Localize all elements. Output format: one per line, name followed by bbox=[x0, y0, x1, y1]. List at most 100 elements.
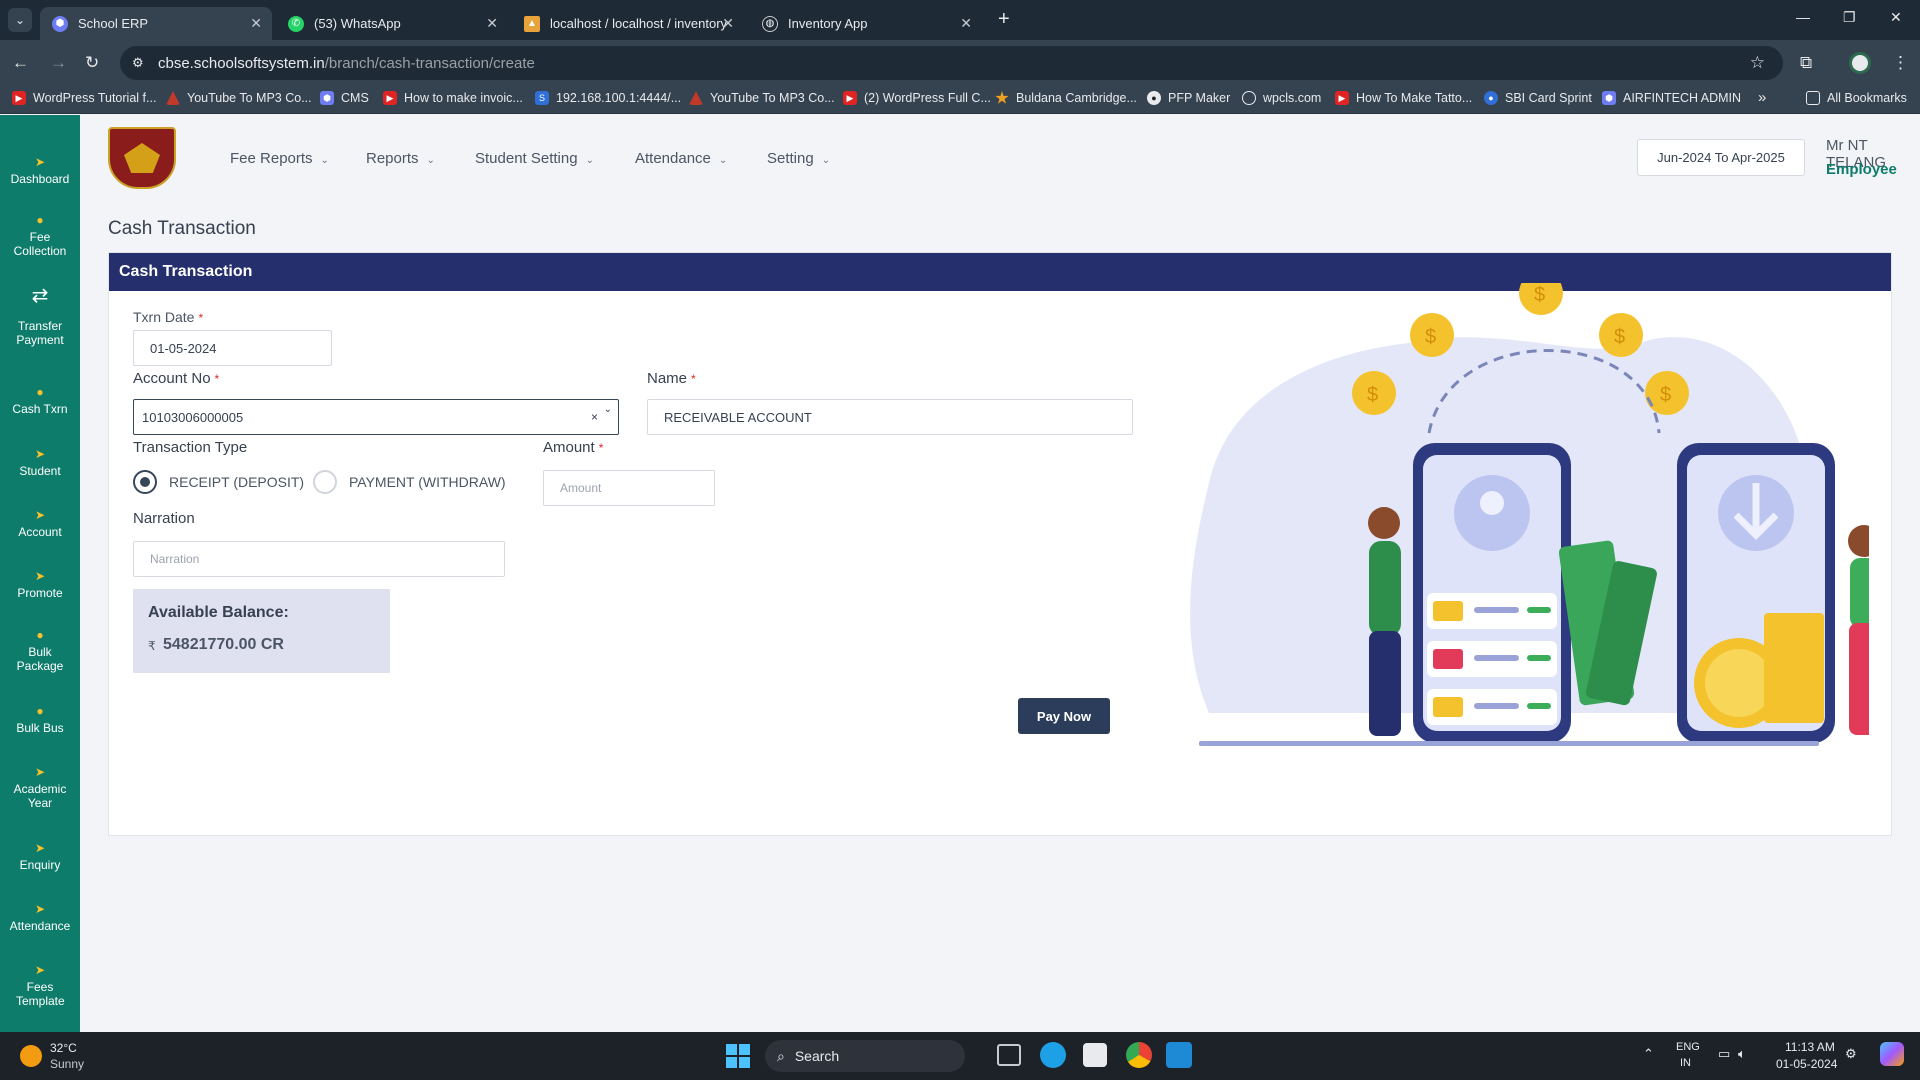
new-tab-button[interactable]: + bbox=[998, 8, 1010, 31]
store-icon[interactable] bbox=[1083, 1043, 1107, 1067]
bookmark-item[interactable]: ⬢ AIRFINTECH ADMIN bbox=[1602, 91, 1741, 105]
user-role: Employee bbox=[1826, 161, 1897, 178]
language-bottom[interactable]: IN bbox=[1680, 1057, 1691, 1069]
clock-date[interactable]: 01-05-2024 bbox=[1776, 1057, 1837, 1071]
ground-line bbox=[1199, 741, 1819, 746]
tab-whatsapp[interactable]: ✆ (53) WhatsApp ✕ bbox=[276, 7, 508, 40]
tab-title: School ERP bbox=[78, 16, 149, 31]
language-top[interactable]: ENG bbox=[1676, 1041, 1700, 1053]
clock-time[interactable]: 11:13 AM bbox=[1785, 1040, 1835, 1054]
sidebar-item-dashboard[interactable]: ➤ Dashboard bbox=[0, 155, 80, 186]
hexagon-icon: ⬢ bbox=[52, 15, 68, 32]
sidebar-item-academic-year[interactable]: ➤ Academic Year bbox=[0, 765, 80, 810]
edge-icon[interactable] bbox=[1040, 1042, 1066, 1068]
close-icon[interactable]: ✕ bbox=[486, 15, 498, 32]
school-logo[interactable] bbox=[108, 127, 176, 189]
task-view-icon[interactable] bbox=[997, 1044, 1021, 1066]
chevron-down-icon: ⌄ bbox=[585, 155, 594, 166]
tab-inventory-app[interactable]: ◍ Inventory App ✕ bbox=[750, 7, 982, 40]
bookmark-item[interactable]: YouTube To MP3 Co... bbox=[689, 91, 835, 105]
bookmark-star-icon[interactable]: ☆ bbox=[1750, 53, 1765, 73]
weather-desc[interactable]: Sunny bbox=[50, 1057, 84, 1071]
sidebar-item-cash-txrn[interactable]: ● Cash Txrn bbox=[0, 385, 80, 416]
close-icon[interactable]: ✕ bbox=[960, 15, 972, 32]
bookmark-item[interactable]: YouTube To MP3 Co... bbox=[166, 91, 312, 105]
transaction-type-label: Transaction Type bbox=[133, 439, 248, 456]
tab-search-button[interactable]: ⌄ bbox=[8, 8, 32, 32]
weather-temp[interactable]: 32°C bbox=[50, 1041, 77, 1055]
sidebar-item-bulk-package[interactable]: ● Bulk Package bbox=[0, 628, 80, 673]
bookmark-item[interactable]: ▶ How To Make Tatto... bbox=[1335, 91, 1472, 105]
reload-button[interactable]: ↻ bbox=[85, 53, 99, 73]
bookmark-item[interactable]: ● SBI Card Sprint bbox=[1484, 91, 1592, 105]
sidebar-item-enquiry[interactable]: ➤ Enquiry bbox=[0, 841, 80, 872]
restore-button[interactable]: ❐ bbox=[1843, 9, 1856, 26]
whatsapp-icon: ✆ bbox=[288, 15, 304, 32]
menu-setting[interactable]: Setting ⌄ bbox=[767, 150, 830, 167]
notification-icon[interactable]: ⚙ bbox=[1845, 1046, 1857, 1062]
tab-localhost[interactable]: ▲ localhost / localhost / inventory ✕ bbox=[512, 7, 744, 40]
payment-radio[interactable] bbox=[313, 470, 337, 494]
taskbar-search[interactable]: ⌕ Search bbox=[765, 1040, 965, 1072]
payment-label[interactable]: PAYMENT (WITHDRAW) bbox=[349, 474, 506, 490]
amount-input[interactable]: Amount bbox=[543, 470, 715, 506]
tab-school-erp[interactable]: ⬢ School ERP ✕ bbox=[40, 7, 272, 40]
bookmark-item[interactable]: Buldana Cambridge... bbox=[995, 91, 1137, 105]
chrome-icon[interactable] bbox=[1126, 1042, 1152, 1068]
chevron-down-icon[interactable]: ⌄ bbox=[604, 404, 612, 415]
bookmark-item[interactable]: S 192.168.100.1:4444/... bbox=[535, 91, 681, 105]
sidebar-item-student[interactable]: ➤ Student bbox=[0, 447, 80, 478]
profile-avatar[interactable] bbox=[1849, 52, 1871, 74]
volume-icon[interactable]: 🔈︎ bbox=[1738, 1046, 1746, 1062]
menu-reports[interactable]: Reports ⌄ bbox=[366, 150, 435, 167]
txn-date-input[interactable]: 01-05-2024 bbox=[133, 330, 332, 366]
rupee-coin-icon: ● bbox=[36, 213, 44, 227]
transfer-arrows-icon: ⇄ bbox=[31, 285, 49, 307]
sidebar-item-bulk-bus[interactable]: ● Bulk Bus bbox=[0, 704, 80, 735]
vscode-icon[interactable] bbox=[1166, 1042, 1192, 1068]
close-window-button[interactable]: ✕ bbox=[1890, 9, 1902, 26]
bookmarks-overflow-icon[interactable]: » bbox=[1758, 89, 1766, 106]
copilot-icon[interactable] bbox=[1880, 1042, 1904, 1066]
bookmark-item[interactable]: ● PFP Maker bbox=[1147, 91, 1230, 105]
sidebar-item-account[interactable]: ➤ Account bbox=[0, 508, 80, 539]
warning-icon bbox=[166, 91, 180, 105]
bookmark-item[interactable]: ▶ WordPress Tutorial f... bbox=[12, 91, 156, 105]
bookmark-item[interactable]: ▶ How to make invoic... bbox=[383, 91, 523, 105]
narration-input[interactable]: Narration bbox=[133, 541, 505, 577]
receipt-label[interactable]: RECEIPT (DEPOSIT) bbox=[169, 474, 304, 490]
close-icon[interactable]: ✕ bbox=[250, 15, 262, 32]
network-icon[interactable]: ▭ bbox=[1718, 1046, 1730, 1062]
site-info-icon[interactable]: ⚙ bbox=[132, 55, 144, 71]
windows-start-icon[interactable] bbox=[726, 1044, 750, 1068]
menu-student-setting[interactable]: Student Setting ⌄ bbox=[475, 150, 594, 167]
more-menu-icon[interactable]: ⋮ bbox=[1892, 53, 1909, 73]
sidebar-item-attendance[interactable]: ➤ Attendance bbox=[0, 902, 80, 933]
extensions-icon[interactable]: ⧉ bbox=[1800, 53, 1812, 73]
close-icon[interactable]: ✕ bbox=[722, 15, 734, 32]
menu-fee-reports[interactable]: Fee Reports ⌄ bbox=[230, 150, 329, 167]
name-input[interactable]: RECEIVABLE ACCOUNT bbox=[647, 399, 1133, 435]
chevron-up-icon[interactable]: ⌃ bbox=[1643, 1046, 1654, 1062]
sidebar-item-fees-template[interactable]: ➤ Fees Template bbox=[0, 963, 80, 1008]
receipt-radio[interactable] bbox=[133, 470, 157, 494]
clear-icon[interactable]: × bbox=[591, 410, 598, 424]
bookmark-item[interactable]: ⬢ CMS bbox=[320, 91, 369, 105]
bookmark-item[interactable]: ▶ (2) WordPress Full C... bbox=[843, 91, 991, 105]
right-phone bbox=[1677, 443, 1835, 743]
forward-button[interactable]: → bbox=[50, 53, 67, 73]
back-button[interactable]: ← bbox=[12, 53, 29, 73]
menu-attendance[interactable]: Attendance ⌄ bbox=[635, 150, 727, 167]
youtube-icon: ▶ bbox=[843, 91, 857, 105]
bookmark-item[interactable]: wpcls.com bbox=[1242, 91, 1321, 105]
account-no-select[interactable]: 10103006000005 × ⌄ bbox=[133, 399, 619, 435]
address-bar[interactable]: ⚙ cbse.schoolsoftsystem.in/branch/cash-t… bbox=[120, 46, 1783, 80]
sidebar-item-transfer-payment[interactable]: ⇄ Transfer Payment bbox=[0, 285, 80, 347]
sidebar-item-fee-collection[interactable]: ● Fee Collection bbox=[0, 213, 80, 258]
sidebar-item-promote[interactable]: ➤ Promote bbox=[0, 569, 80, 600]
all-bookmarks[interactable]: All Bookmarks bbox=[1806, 91, 1907, 105]
pay-now-button[interactable]: Pay Now bbox=[1018, 698, 1110, 734]
balance-value: 54821770.00 CR bbox=[163, 636, 284, 653]
minimize-button[interactable]: — bbox=[1796, 9, 1810, 25]
available-balance-box: Available Balance: ₹ 54821770.00 CR bbox=[133, 589, 390, 673]
